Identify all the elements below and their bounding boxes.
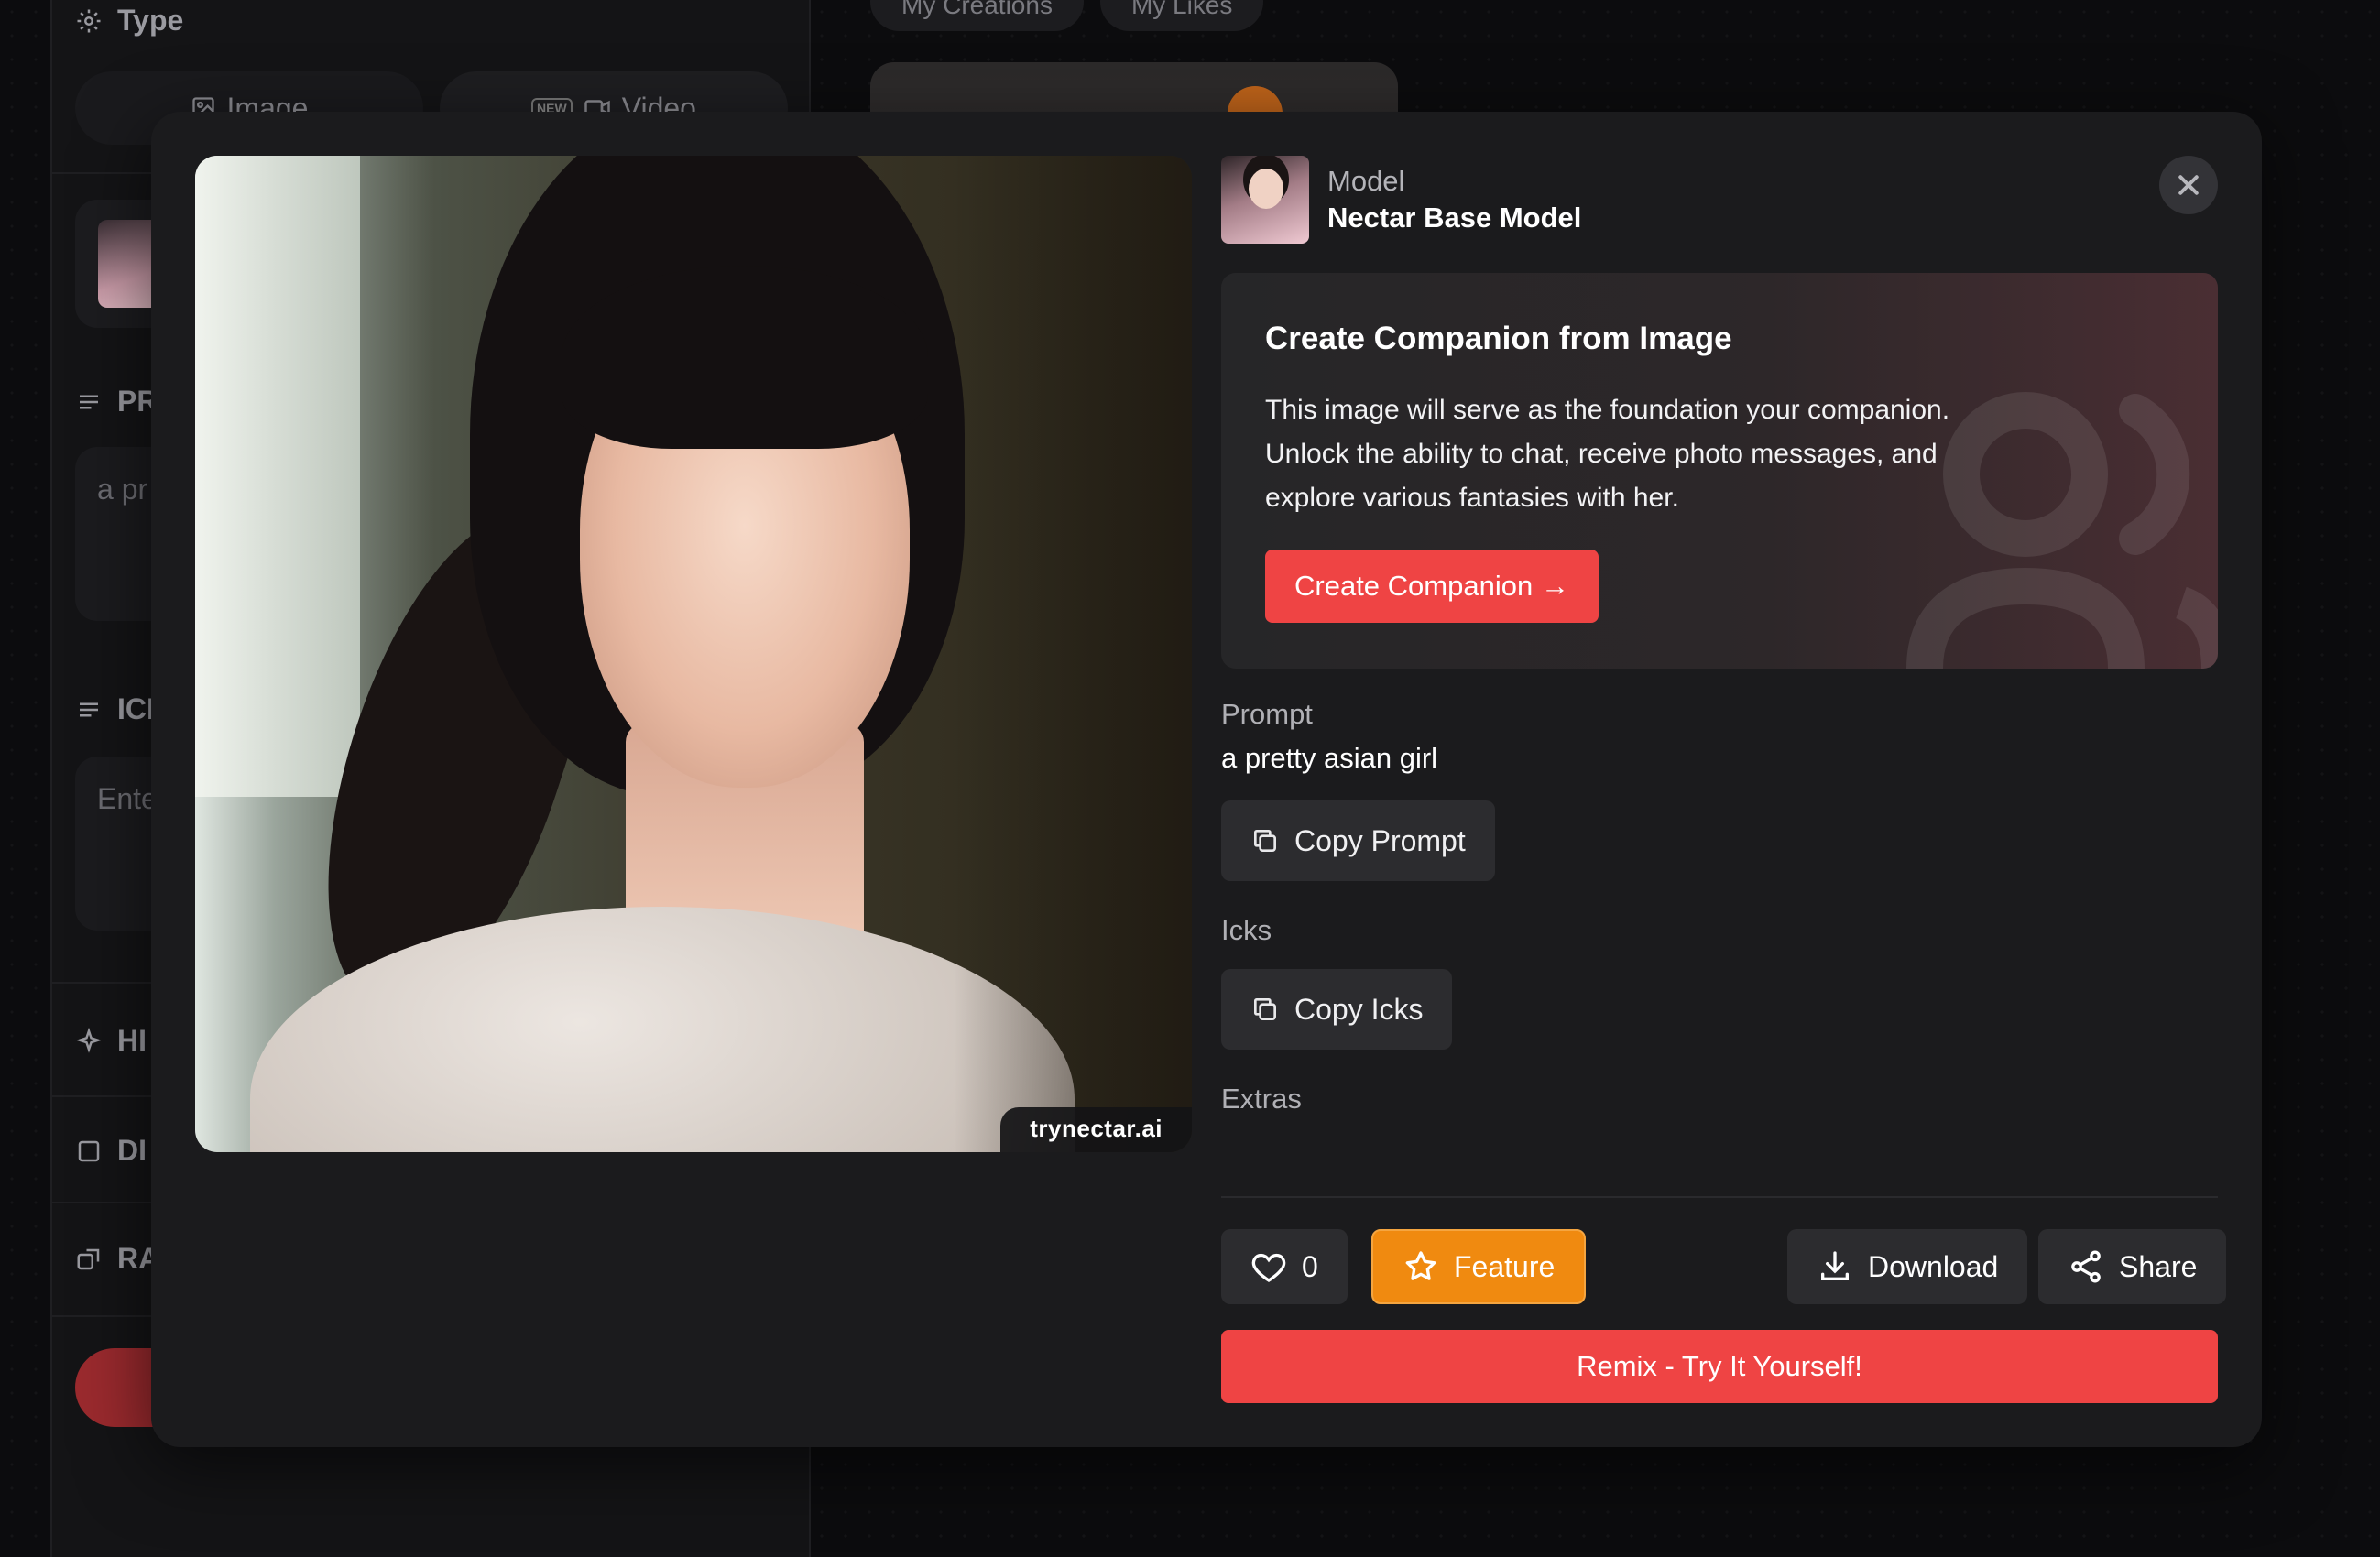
icks-section-title: ICI xyxy=(75,692,155,726)
tab-my-likes[interactable]: My Likes xyxy=(1099,0,1264,31)
photo-shadow xyxy=(954,156,1192,1152)
image-detail-modal: trynectar.ai Model Nectar Base Model Cre… xyxy=(151,112,2262,1447)
icks-input-placeholder: Ente xyxy=(97,782,158,815)
like-button[interactable]: 0 xyxy=(1221,1229,1348,1304)
gear-icon xyxy=(77,9,101,32)
model-info: Model Nectar Base Model xyxy=(1221,156,1581,244)
download-icon xyxy=(1821,1251,1849,1280)
text-lines-icon xyxy=(80,702,98,716)
remix-button[interactable]: Remix - Try It Yourself! xyxy=(1221,1330,2218,1403)
di-section-label: DI xyxy=(117,1134,147,1167)
gallery-tabs: My Creations My Likes xyxy=(870,0,1264,31)
close-button[interactable] xyxy=(2159,156,2218,214)
feature-button[interactable]: Feature xyxy=(1371,1229,1587,1304)
type-section-title: Type xyxy=(75,4,183,38)
share-icon xyxy=(2071,1250,2101,1283)
companion-description: This image will serve as the foundation … xyxy=(1265,395,1950,513)
aspect-ratio-icon xyxy=(77,1248,100,1269)
copy-prompt-label: Copy Prompt xyxy=(1294,823,1466,857)
download-button[interactable]: Download xyxy=(1787,1229,2028,1304)
copy-icks-button[interactable]: Copy Icks xyxy=(1221,969,1453,1050)
download-label: Download xyxy=(1868,1249,1999,1283)
copy-icon xyxy=(1254,998,1276,1020)
sparkle-icon xyxy=(76,1027,102,1053)
star-icon xyxy=(1405,1251,1436,1280)
prompt-text: a pretty asian girl xyxy=(1221,742,1438,774)
divider xyxy=(1221,1196,2218,1198)
icks-section-label: ICI xyxy=(117,692,155,725)
model-avatar xyxy=(1221,156,1309,244)
extras-label: Extras xyxy=(1221,1083,1302,1115)
prompt-label: Prompt xyxy=(1221,698,1313,730)
like-count: 0 xyxy=(1302,1249,1318,1283)
share-button[interactable]: Share xyxy=(2038,1229,2227,1304)
watermark: trynectar.ai xyxy=(1000,1107,1192,1152)
hi-section-label: HI xyxy=(117,1024,147,1057)
model-label: Model xyxy=(1327,165,1405,197)
close-icon xyxy=(2178,175,2199,195)
prompt-input-value: a pr xyxy=(97,473,148,506)
tab-my-creations[interactable]: My Creations xyxy=(870,0,1084,31)
create-companion-button[interactable]: Create Companion → xyxy=(1265,550,1599,623)
heart-icon xyxy=(1251,1253,1286,1282)
generated-image: trynectar.ai xyxy=(195,156,1192,1152)
type-label: Type xyxy=(117,4,184,37)
photo-window-light xyxy=(195,156,360,797)
text-lines-icon xyxy=(80,395,98,408)
copy-prompt-button[interactable]: Copy Prompt xyxy=(1221,800,1495,881)
create-companion-card: Create Companion from Image This image w… xyxy=(1221,273,2218,669)
hi-section-title[interactable]: HI xyxy=(75,1024,147,1058)
ra-section-title[interactable]: RA xyxy=(75,1242,159,1276)
companion-title: Create Companion from Image xyxy=(1265,321,1732,356)
icks-label: Icks xyxy=(1221,914,1272,946)
model-name: Nectar Base Model xyxy=(1327,201,1582,234)
photo-bangs xyxy=(562,266,928,449)
copy-icks-label: Copy Icks xyxy=(1294,992,1424,1026)
prompt-section-title: PR xyxy=(75,385,158,419)
copy-icon xyxy=(1254,830,1276,852)
share-label: Share xyxy=(2119,1249,2198,1283)
feature-label: Feature xyxy=(1454,1249,1556,1283)
checkbox-icon xyxy=(78,1140,100,1161)
di-section-title[interactable]: DI xyxy=(75,1134,147,1168)
